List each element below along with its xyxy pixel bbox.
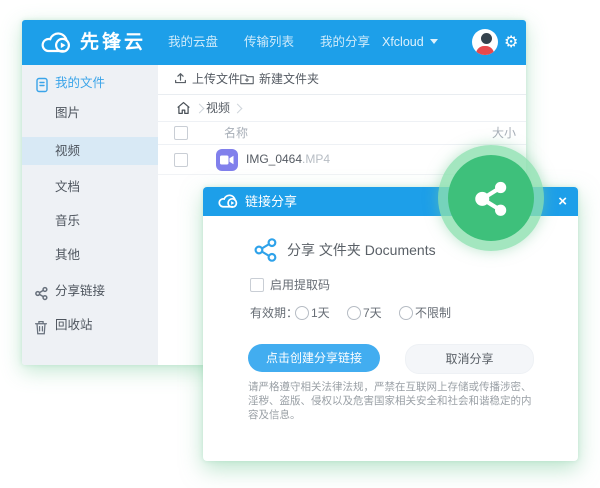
sidebar-item-pictures[interactable]: 图片 xyxy=(22,99,158,127)
breadcrumb: 视频 xyxy=(158,95,526,122)
select-all-checkbox[interactable] xyxy=(174,126,188,140)
row-checkbox[interactable] xyxy=(174,153,188,167)
cloud-logo-icon xyxy=(38,30,74,61)
sidebar-item-label: 回收站 xyxy=(55,318,93,332)
toolbar: 上传文件 新建文件夹 xyxy=(158,65,526,95)
share-badge-circle xyxy=(448,155,534,241)
app-logo-title: 先锋云 xyxy=(80,32,147,53)
upload-file-button[interactable]: 上传文件 xyxy=(174,65,240,94)
trash-icon xyxy=(34,317,48,345)
sidebar-item-share-links[interactable]: 分享链接 xyxy=(22,277,158,305)
user-avatar[interactable] xyxy=(472,29,498,55)
validity-option-label[interactable]: 不限制 xyxy=(415,305,451,321)
sidebar-item-label: 其他 xyxy=(55,248,81,262)
validity-radio-unlimited[interactable] xyxy=(399,306,413,320)
column-header-name: 名称 xyxy=(224,126,249,140)
sidebar-item-label: 分享链接 xyxy=(55,284,106,298)
breadcrumb-current-folder[interactable]: 视频 xyxy=(206,95,230,121)
file-base-name: IMG_0464 xyxy=(246,152,303,166)
legal-disclaimer-text: 请严格遵守相关法律法规，严禁在互联网上存储或传播涉密、淫秽、盗版、侵权以及危害国… xyxy=(248,381,532,421)
validity-radio-1day[interactable] xyxy=(295,306,309,320)
cloud-logo-icon xyxy=(216,193,240,215)
share-icon xyxy=(254,238,277,262)
sidebar: 我的文件 图片 视频 文档 音乐 其他 分享链接 回收站 xyxy=(22,65,159,365)
avatar-head-shape xyxy=(481,33,492,44)
nav-transfer-list[interactable]: 传输列表 xyxy=(244,20,294,65)
app-header: 先锋云 我的云盘 传输列表 我的分享 Xfcloud ⚙ xyxy=(22,20,526,65)
cancel-share-button[interactable]: 取消分享 xyxy=(405,344,534,374)
folder-plus-icon xyxy=(240,67,254,96)
validity-option-label[interactable]: 1天 xyxy=(311,305,330,321)
sidebar-item-other[interactable]: 其他 xyxy=(22,241,158,269)
validity-option-label[interactable]: 7天 xyxy=(363,305,382,321)
new-folder-button[interactable]: 新建文件夹 xyxy=(240,65,319,94)
share-icon xyxy=(475,181,507,216)
settings-gear-icon[interactable]: ⚙ xyxy=(504,20,518,65)
chevron-right-icon xyxy=(232,103,243,114)
account-dropdown[interactable]: Xfcloud xyxy=(382,20,438,65)
share-icon xyxy=(34,283,49,311)
chevron-right-icon xyxy=(194,103,205,114)
enable-code-checkbox[interactable] xyxy=(250,278,264,292)
sidebar-item-label: 文档 xyxy=(55,180,81,194)
upload-icon xyxy=(174,67,187,96)
validity-label: 有效期： xyxy=(250,306,299,320)
file-name: IMG_0464.MP4 xyxy=(246,145,330,174)
upload-file-label: 上传文件 xyxy=(192,72,241,86)
chevron-down-icon xyxy=(429,39,438,44)
validity-radio-7days[interactable] xyxy=(347,306,361,320)
close-icon[interactable]: × xyxy=(558,187,567,216)
enable-code-row: 启用提取码 xyxy=(203,277,578,293)
table-header: 名称 大小 xyxy=(158,122,526,145)
nav-my-drive[interactable]: 我的云盘 xyxy=(168,20,218,65)
account-name: Xfcloud xyxy=(382,35,424,49)
file-extension: .MP4 xyxy=(302,152,331,166)
nav-my-shares[interactable]: 我的分享 xyxy=(320,20,370,65)
sidebar-item-recycle-bin[interactable]: 回收站 xyxy=(22,311,158,339)
sidebar-item-label: 图片 xyxy=(55,106,81,120)
enable-code-label: 启用提取码 xyxy=(270,278,331,292)
sidebar-item-my-files[interactable]: 我的文件 xyxy=(22,69,158,97)
screenshot-stage: 先锋云 我的云盘 传输列表 我的分享 Xfcloud ⚙ 我的文件 图片 视频 … xyxy=(0,0,600,488)
validity-row: 有效期： 1天 7天 不限制 xyxy=(203,305,578,321)
sidebar-item-label: 音乐 xyxy=(55,214,81,228)
home-icon[interactable] xyxy=(176,101,191,120)
share-badge-ring xyxy=(438,145,544,251)
sidebar-item-videos[interactable]: 视频 xyxy=(22,137,158,165)
sidebar-item-documents[interactable]: 文档 xyxy=(22,173,158,201)
column-header-size: 大小 xyxy=(491,126,516,140)
video-file-icon xyxy=(216,149,238,171)
sidebar-item-music[interactable]: 音乐 xyxy=(22,207,158,235)
sidebar-item-label: 我的文件 xyxy=(55,76,106,90)
share-dialog-title: 链接分享 xyxy=(245,194,298,209)
sidebar-item-label: 视频 xyxy=(55,144,81,158)
new-folder-label: 新建文件夹 xyxy=(259,72,320,86)
share-target-text: 分享 文件夹 Documents xyxy=(287,242,436,258)
create-share-link-button[interactable]: 点击创建分享链接 xyxy=(248,344,380,372)
avatar-body-shape xyxy=(476,46,494,55)
